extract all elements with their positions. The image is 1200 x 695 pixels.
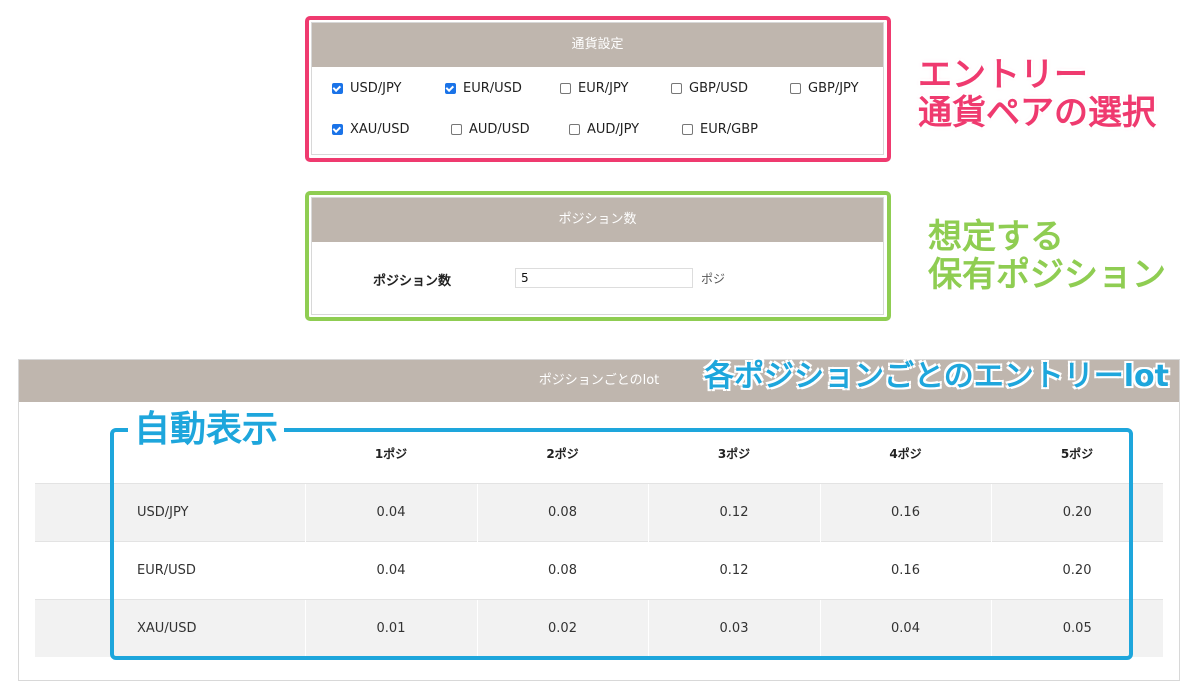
checkbox-unchecked-icon[interactable]: [451, 124, 462, 135]
lot-cell: 0.20: [991, 540, 1163, 599]
currency-settings-title: 通貨設定: [312, 23, 883, 67]
lot-per-position-panel: ポジションごとのlot 1ポジ 2ポジ 3ポジ 4ポジ 5ポジ USD/JPY …: [18, 359, 1180, 681]
checkbox-unchecked-icon[interactable]: [671, 83, 682, 94]
checkbox-xau-usd[interactable]: XAU/USD: [332, 122, 409, 137]
checkbox-label: EUR/JPY: [578, 81, 629, 96]
checkbox-label: USD/JPY: [350, 81, 402, 96]
checkbox-unchecked-icon[interactable]: [682, 124, 693, 135]
checkbox-checked-icon[interactable]: [332, 83, 343, 94]
lot-cell: 0.08: [477, 540, 648, 599]
checkbox-eur-jpy[interactable]: EUR/JPY: [560, 81, 628, 96]
checkbox-usd-jpy[interactable]: USD/JPY: [332, 81, 402, 96]
position-count-label: ポジション数: [373, 274, 452, 289]
lot-cell: 0.02: [476, 598, 648, 657]
checkbox-aud-usd[interactable]: AUD/USD: [451, 122, 530, 137]
lot-cell: 0.20: [990, 482, 1163, 541]
lot-table: 1ポジ 2ポジ 3ポジ 4ポジ 5ポジ USD/JPY 0.04 0.08 0.…: [35, 425, 1163, 657]
lot-cell: 0.03: [647, 598, 820, 657]
pair-cell: EUR/USD: [35, 540, 305, 599]
checkbox-label: AUD/JPY: [587, 122, 640, 137]
lot-cell: 0.04: [819, 598, 991, 657]
lot-cell: 0.12: [648, 540, 820, 599]
column-header: 4ポジ: [889, 447, 922, 462]
position-count-input[interactable]: [515, 268, 693, 288]
currency-row-2: XAU/USD AUD/USD AUD/JPY EUR/GBP: [312, 122, 883, 142]
lot-cell: 0.04: [304, 482, 477, 541]
checkbox-checked-icon[interactable]: [445, 83, 456, 94]
checkbox-eur-usd[interactable]: EUR/USD: [445, 81, 522, 96]
lot-cell: 0.08: [476, 482, 648, 541]
annotation-line: 想定する: [928, 217, 1064, 257]
table-row: XAU/USD 0.01 0.02 0.03 0.04 0.05: [35, 598, 1163, 657]
lot-cell: 0.12: [647, 482, 820, 541]
position-count-panel: ポジション数 ポジション数 ポジ: [311, 197, 884, 315]
currency-settings-panel: 通貨設定 USD/JPY EUR/USD EUR/JPY GBP/USD GBP…: [311, 22, 884, 155]
column-header: 3ポジ: [717, 447, 751, 462]
lot-cell: 0.05: [990, 598, 1163, 657]
annotation-line: エントリー: [918, 55, 1088, 95]
column-header: 2ポジ: [546, 447, 579, 462]
pair-cell: USD/JPY: [35, 482, 305, 541]
checkbox-gbp-usd[interactable]: GBP/USD: [671, 81, 748, 96]
checkbox-gbp-jpy[interactable]: GBP/JPY: [790, 81, 859, 96]
currency-row-1: USD/JPY EUR/USD EUR/JPY GBP/USD GBP/JPY: [312, 81, 883, 101]
annotation-line: 保有ポジション: [928, 255, 1166, 295]
column-header: 5ポジ: [1060, 447, 1094, 462]
lot-cell: 0.16: [820, 540, 991, 599]
lot-cell: 0.01: [304, 598, 477, 657]
annotation-position-count: 想定する 保有ポジション: [928, 220, 1166, 292]
checkbox-aud-jpy[interactable]: AUD/JPY: [569, 122, 639, 137]
table-row: EUR/USD 0.04 0.08 0.12 0.16 0.20: [35, 540, 1163, 599]
checkbox-checked-icon[interactable]: [332, 124, 343, 135]
checkbox-label: GBP/JPY: [808, 81, 859, 96]
position-count-title: ポジション数: [312, 198, 883, 242]
annotation-entry-lot: 各ポジションごとのエントリーlot: [704, 359, 1169, 394]
checkbox-unchecked-icon[interactable]: [560, 83, 571, 94]
annotation-line: 通貨ペアの選択: [918, 93, 1156, 133]
checkbox-label: EUR/USD: [463, 81, 522, 96]
position-unit-label: ポジ: [701, 272, 726, 286]
lot-cell: 0.16: [819, 482, 991, 541]
annotation-currency-selection: エントリー 通貨ペアの選択: [918, 58, 1156, 130]
checkbox-label: EUR/GBP: [700, 122, 758, 137]
checkbox-label: XAU/USD: [350, 122, 410, 137]
column-header: 1ポジ: [374, 447, 408, 462]
checkbox-eur-gbp[interactable]: EUR/GBP: [682, 122, 758, 137]
pair-cell: XAU/USD: [35, 598, 305, 657]
lot-cell: 0.04: [305, 540, 477, 599]
annotation-auto-display: 自動表示: [128, 412, 285, 448]
checkbox-unchecked-icon[interactable]: [569, 124, 580, 135]
checkbox-unchecked-icon[interactable]: [790, 83, 801, 94]
checkbox-label: AUD/USD: [469, 122, 530, 137]
table-row: USD/JPY 0.04 0.08 0.12 0.16 0.20: [35, 482, 1163, 541]
checkbox-label: GBP/USD: [689, 81, 748, 96]
